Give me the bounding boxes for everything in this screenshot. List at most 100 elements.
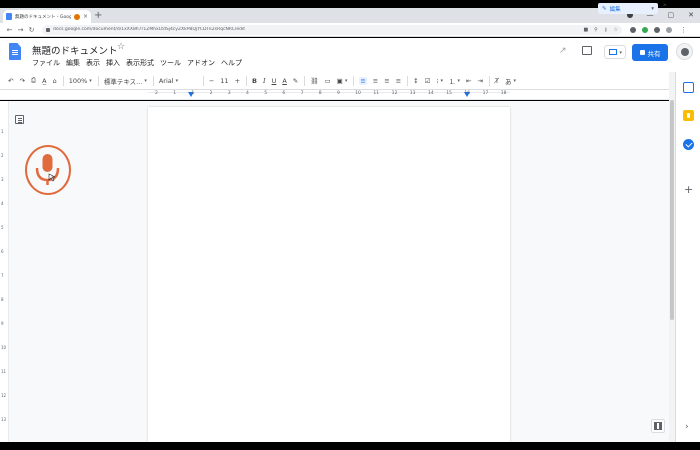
undo-icon[interactable]: ↶ bbox=[8, 77, 13, 85]
toolbar-divider bbox=[246, 75, 248, 86]
vertical-ruler[interactable]: 1 2 3 4 5 6 7 8 9 10 11 12 13 bbox=[0, 101, 9, 442]
checklist-icon[interactable]: ☑ bbox=[425, 77, 431, 85]
insert-image-icon[interactable]: ▣ bbox=[337, 77, 348, 85]
expand-side-panel-icon[interactable]: › bbox=[685, 422, 689, 432]
new-tab-button[interactable]: + bbox=[94, 10, 102, 22]
decrease-font-size-button[interactable]: − bbox=[209, 77, 214, 85]
document-outline-icon[interactable] bbox=[15, 115, 24, 124]
ruler-number: 14 bbox=[428, 91, 434, 96]
justify-icon[interactable]: ≡ bbox=[396, 77, 401, 85]
tasks-icon[interactable] bbox=[683, 139, 694, 150]
activity-trend-icon[interactable]: ↗ bbox=[559, 46, 567, 56]
menu-edit[interactable]: 編集 bbox=[66, 58, 80, 68]
browser-tab[interactable]: 無題のドキュメント - Google ドキュメント × bbox=[3, 10, 91, 23]
url-text[interactable]: docs.google.com/document/d/1xXX8h7r1ZMhx… bbox=[53, 27, 583, 32]
menu-file[interactable]: ファイル bbox=[32, 58, 60, 68]
add-comment-icon[interactable]: ▭ bbox=[325, 77, 331, 85]
lock-icon[interactable] bbox=[46, 27, 50, 32]
ruler-number: 2 bbox=[209, 91, 213, 96]
align-right-icon[interactable]: ≡ bbox=[384, 77, 389, 85]
extension-icon[interactable] bbox=[630, 26, 636, 33]
address-bar[interactable]: docs.google.com/document/d/1xXX8h7r1ZMhx… bbox=[42, 24, 622, 35]
ruler-number: 17 bbox=[482, 91, 489, 96]
back-button[interactable]: ← bbox=[4, 26, 15, 34]
get-addons-button[interactable]: + bbox=[684, 184, 693, 195]
close-window-button[interactable]: ✕ bbox=[688, 10, 694, 20]
vertical-ruler-number: 1 bbox=[1, 129, 4, 134]
bookmark-star-icon[interactable]: ☆ bbox=[614, 27, 618, 33]
document-page[interactable] bbox=[148, 107, 510, 442]
keep-icon[interactable] bbox=[683, 110, 694, 121]
reload-button[interactable]: ↻ bbox=[26, 26, 37, 34]
print-icon[interactable]: ⎙ bbox=[31, 76, 36, 85]
tab-close-icon[interactable]: × bbox=[83, 13, 88, 20]
numbered-list-icon[interactable]: ⒈ bbox=[449, 76, 460, 86]
camera-icon[interactable]: ■ bbox=[583, 27, 588, 33]
horizontal-ruler[interactable]: 2 1 1 2 3 4 5 6 7 8 9 10 11 12 13 14 15 16 17 18 bbox=[0, 90, 669, 100]
explore-button[interactable] bbox=[651, 419, 665, 433]
voice-typing-button[interactable] bbox=[25, 145, 71, 195]
input-tools-icon[interactable]: あ bbox=[505, 76, 516, 86]
vertical-ruler-number: 10 bbox=[1, 345, 7, 350]
present-button[interactable]: ▾ bbox=[604, 45, 626, 59]
vertical-ruler-number: 13 bbox=[1, 417, 7, 422]
audio-playing-icon[interactable] bbox=[73, 13, 80, 20]
ruler-number: 2 bbox=[155, 91, 158, 96]
menu-addons[interactable]: アドオン bbox=[187, 58, 215, 68]
editing-mode-select[interactable]: ✎ 編集 ▾ bbox=[598, 3, 658, 14]
bold-button[interactable]: B bbox=[252, 77, 257, 85]
decrease-indent-icon[interactable]: ⇤ bbox=[466, 77, 471, 85]
style-select[interactable]: 標準テキス... bbox=[104, 76, 147, 86]
ruler-number: 16 bbox=[464, 91, 471, 96]
ruler-number: 15 bbox=[446, 91, 452, 96]
browser-menu-icon[interactable]: ⋮ bbox=[678, 26, 689, 34]
comment-history-icon[interactable] bbox=[582, 46, 592, 55]
ruler-number: 1 bbox=[191, 91, 195, 96]
profile-avatar-icon[interactable] bbox=[666, 26, 672, 33]
menu-help[interactable]: ヘルプ bbox=[221, 58, 242, 68]
italic-button[interactable]: I bbox=[263, 77, 266, 85]
extension-icon[interactable] bbox=[654, 26, 660, 33]
vertical-ruler-number: 9 bbox=[1, 321, 4, 326]
zoom-icon[interactable]: ⚲ bbox=[594, 27, 598, 33]
chevron-down-icon: ▾ bbox=[619, 50, 622, 56]
redo-icon[interactable]: ↷ bbox=[19, 77, 24, 85]
increase-indent-icon[interactable]: ⇥ bbox=[478, 77, 483, 85]
user-avatar[interactable] bbox=[676, 43, 693, 60]
menu-insert[interactable]: 挿入 bbox=[106, 58, 120, 68]
underline-button[interactable]: U bbox=[272, 77, 277, 85]
star-icon[interactable]: ☆ bbox=[117, 42, 125, 52]
bulleted-list-icon[interactable]: ⁝ bbox=[436, 77, 443, 85]
document-title[interactable]: 無題のドキュメント bbox=[32, 43, 118, 57]
align-center-icon[interactable]: ≡ bbox=[373, 77, 378, 85]
calendar-icon[interactable] bbox=[683, 82, 694, 93]
collapse-menus-icon[interactable]: ⌃ bbox=[662, 3, 668, 11]
ruler-number: 5 bbox=[264, 91, 268, 96]
spellcheck-icon[interactable]: A̲ bbox=[42, 77, 46, 85]
highlight-icon[interactable]: ✎ bbox=[293, 77, 298, 85]
extension-green-icon[interactable] bbox=[642, 26, 648, 33]
font-size-input[interactable]: 11 bbox=[220, 77, 228, 85]
link-icon[interactable]: ⛓ bbox=[310, 77, 318, 85]
clear-formatting-icon[interactable]: T̸ bbox=[495, 77, 499, 85]
increase-font-size-button[interactable]: + bbox=[235, 77, 240, 85]
paint-format-icon[interactable]: ⌂ bbox=[53, 77, 57, 85]
share-label: 共有 bbox=[647, 49, 661, 58]
vertical-ruler-number: 6 bbox=[1, 249, 4, 254]
menu-tools[interactable]: ツール bbox=[160, 58, 181, 68]
line-spacing-icon[interactable]: ↕ bbox=[413, 77, 418, 85]
forward-button[interactable]: → bbox=[15, 26, 26, 34]
docs-logo-icon[interactable] bbox=[9, 43, 21, 60]
menu-view[interactable]: 表示 bbox=[86, 58, 100, 68]
scrollbar-thumb[interactable] bbox=[670, 100, 674, 320]
toolbar-divider bbox=[304, 75, 306, 86]
menu-format[interactable]: 表示形式 bbox=[126, 58, 154, 68]
key-icon[interactable]: ⚷ bbox=[604, 27, 608, 33]
text-color-button[interactable]: A bbox=[282, 77, 286, 85]
share-button[interactable]: 共有 bbox=[632, 44, 668, 61]
vertical-ruler-number: 5 bbox=[1, 225, 4, 230]
maximize-button[interactable]: ▢ bbox=[668, 10, 675, 20]
font-select[interactable]: Arial bbox=[159, 77, 197, 85]
align-left-icon[interactable]: ≡ bbox=[359, 76, 367, 85]
zoom-select[interactable]: 100% bbox=[69, 77, 92, 85]
